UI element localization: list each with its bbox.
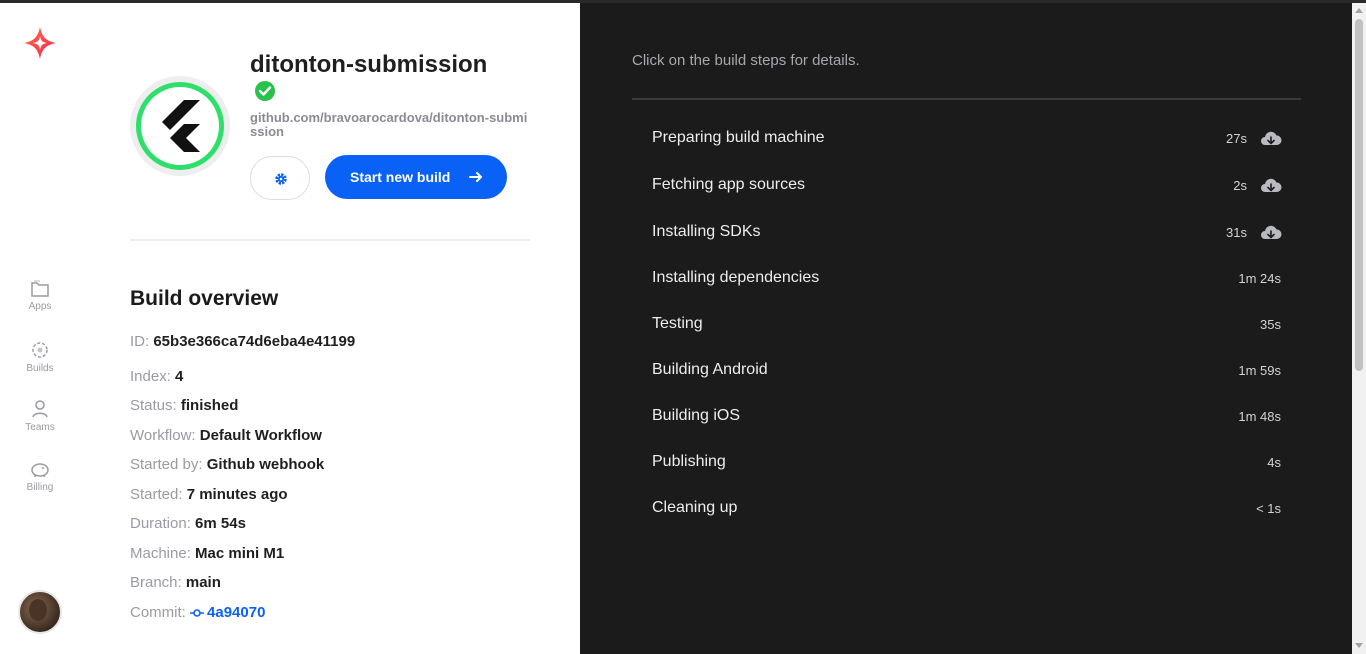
builds-icon [32,342,48,358]
folder-icon [31,280,49,297]
cloud-download-icon[interactable] [1260,177,1282,195]
field-key: Machine: [130,545,191,562]
steps-divider [632,98,1301,100]
field-value: 65b3e366ca74d6eba4e41199 [153,333,356,350]
step-duration: 31s [1226,225,1247,240]
field-duration: Duration: 6m 54s [130,515,246,532]
build-step-publishing[interactable]: Publishing 4s [632,445,1301,491]
step-duration: 1m 24s [1238,271,1281,286]
step-name: Fetching app sources [652,176,805,193]
sidebar-item-teams[interactable]: Teams [0,399,80,451]
commit-hash: 4a94070 [207,604,266,621]
field-key: ID: [130,333,150,350]
avatar[interactable] [18,590,62,634]
field-value: Github webhook [206,456,325,473]
scroll-up-arrow-icon[interactable] [1355,8,1363,13]
field-index: Index: 4 [130,368,183,385]
field-value: 4 [175,368,184,385]
field-branch: Branch: main [130,574,221,591]
field-key: Index: [130,368,171,385]
step-name: Publishing [652,453,726,470]
field-key: Commit: [130,604,186,621]
repository-link[interactable]: github.com/bravoarocardova/ditonton-subm… [250,111,534,139]
app-icon [130,76,230,176]
step-name: Testing [652,315,703,332]
flutter-logo-icon [162,100,200,152]
sidebar-item-billing[interactable]: Billing [0,459,80,511]
step-name: Installing SDKs [652,223,761,240]
build-overview-title: Build overview [130,287,279,310]
step-name: Building Android [652,361,768,378]
field-key: Status: [130,397,177,414]
steps-hint: Click on the build steps for details. [632,52,860,69]
field-id: ID: 65b3e366ca74d6eba4e41199 [130,333,355,350]
field-started-by: Started by: Github webhook [130,456,324,473]
field-key: Started: [130,486,183,503]
step-name: Installing dependencies [652,269,820,286]
codemagic-logo-icon[interactable] [22,25,58,61]
sidebar-item-builds[interactable]: Builds [0,340,80,392]
build-step-installing-dependencies[interactable]: Installing dependencies 1m 24s [632,261,1301,307]
field-value: main [185,574,221,591]
app-details-panel: ditonton-submission github.com/bravoaroc… [80,3,580,654]
build-step-preparing-build-machine[interactable]: Preparing build machine 27s [632,121,1301,167]
field-machine: Machine: Mac mini M1 [130,545,284,562]
cloud-download-icon[interactable] [1260,224,1282,242]
start-new-build-button[interactable]: Start new build [325,155,507,199]
sidebar-item-label: Builds [26,363,54,374]
field-value: 7 minutes ago [186,486,288,503]
start-new-build-label: Start new build [350,169,451,185]
user-icon [32,400,48,418]
field-workflow: Workflow: Default Workflow [130,427,322,444]
sidebar-item-label: Apps [28,301,52,312]
scroll-down-arrow-icon[interactable] [1355,643,1363,648]
section-divider [130,239,530,241]
field-value: Mac mini M1 [195,545,285,562]
scrollbar-thumb[interactable] [1355,19,1363,371]
sidebar-item-label: Billing [26,482,54,493]
app-settings-button[interactable] [250,156,310,200]
build-step-building-android[interactable]: Building Android 1m 59s [632,353,1301,399]
sidebar-item-label: Teams [25,422,55,433]
build-step-testing[interactable]: Testing 35s [632,307,1301,353]
field-value: 6m 54s [195,515,246,532]
step-duration: 1m 48s [1238,409,1281,424]
field-value: Default Workflow [199,427,322,444]
build-step-cleaning-up[interactable]: Cleaning up < 1s [632,491,1301,537]
field-started: Started: 7 minutes ago [130,486,288,503]
git-commit-icon [190,609,205,617]
field-value: finished [180,397,239,414]
field-key: Branch: [130,574,182,591]
build-step-building-ios[interactable]: Building iOS 1m 48s [632,399,1301,445]
step-duration: 27s [1226,131,1247,146]
sidebar: Apps Builds Teams Billing [0,3,80,654]
field-key: Duration: [130,515,191,532]
step-duration: 35s [1260,317,1281,332]
field-commit: Commit: 4a94070 [130,604,265,621]
arrow-right-icon [469,172,482,182]
sidebar-item-apps[interactable]: Apps [0,280,80,332]
step-duration: 4s [1267,455,1281,470]
verified-check-icon [255,81,275,101]
piggy-bank-icon [31,463,49,477]
step-name: Building iOS [652,407,741,424]
step-duration: 2s [1233,178,1247,193]
field-key: Workflow: [130,427,196,444]
build-step-fetching-app-sources[interactable]: Fetching app sources 2s [632,168,1301,214]
commit-link[interactable]: 4a94070 [190,604,265,621]
avatar-photo [29,599,47,621]
step-name: Cleaning up [652,499,738,516]
field-key: Started by: [130,456,203,473]
gear-icon [275,173,287,185]
step-name: Preparing build machine [652,129,825,146]
page-scrollbar[interactable] [1352,3,1366,654]
cloud-download-icon[interactable] [1260,130,1282,148]
step-duration: 1m 59s [1238,363,1281,378]
build-step-installing-sdks[interactable]: Installing SDKs 31s [632,215,1301,261]
field-status: Status: finished [130,397,238,414]
build-steps-panel: Click on the build steps for details. Pr… [581,3,1352,654]
app-name: ditonton-submission [250,51,488,78]
step-duration: < 1s [1256,501,1281,516]
